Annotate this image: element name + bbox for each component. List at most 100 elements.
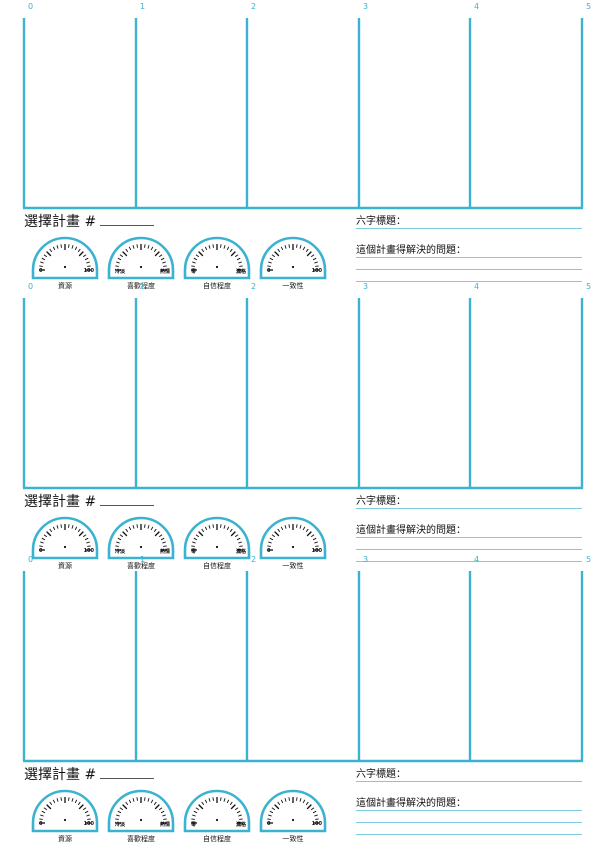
gauge-tick xyxy=(60,797,62,801)
gauge-resources: 0 100 資源 xyxy=(30,787,100,845)
gauge-tick xyxy=(239,818,243,820)
gauge-high-label: 100 xyxy=(311,821,322,827)
gauge-tick xyxy=(296,524,298,528)
plan-selection-row: 選擇計畫 # xyxy=(24,211,155,231)
gauge-tick xyxy=(239,545,243,547)
plan-block-2: 0 1 2 3 4 5 選擇計畫 # 0 100 資源 冷淡 熱情 喜歡程度 零… xyxy=(0,280,606,570)
gauge-tick xyxy=(296,244,298,248)
gauge-tick xyxy=(163,265,167,267)
axis-tick-label: 3 xyxy=(363,282,369,291)
gauge-high-label: 滿格 xyxy=(235,822,246,828)
gauge-liking: 冷淡 熱情 喜歡程度 xyxy=(106,787,176,845)
title-line[interactable] xyxy=(356,781,582,782)
gauge-tick xyxy=(267,265,271,267)
six-char-title-label: 六字標題： xyxy=(356,769,406,780)
gauge-low-label: 0 xyxy=(267,268,271,274)
plan-selection-label: 選擇計畫 # xyxy=(24,767,97,783)
timeline-frame xyxy=(22,571,584,763)
gauge-tick xyxy=(288,244,290,248)
axis-tick-label: 0 xyxy=(28,282,34,291)
gauge-icon xyxy=(31,236,99,280)
gauge-consistency: 0 100 一致性 xyxy=(258,787,328,845)
axis-tick-label: 1 xyxy=(140,282,146,291)
gauge-tick xyxy=(144,244,146,248)
gauge-low-label: 零 xyxy=(191,269,197,275)
gauge-tick xyxy=(68,524,70,528)
plan-number-blank[interactable] xyxy=(100,766,155,779)
gauge-caption: 喜歡程度 xyxy=(127,835,155,843)
gauge-tick xyxy=(163,545,167,547)
axis-tick-label: 1 xyxy=(140,555,146,564)
gauge-tick xyxy=(60,524,62,528)
gauge-tick xyxy=(115,818,119,820)
gauge-tick xyxy=(212,524,214,528)
gauge-tick xyxy=(191,265,195,267)
plan-selection-row: 選擇計畫 # xyxy=(24,764,155,784)
plan-selection-label: 選擇計畫 # xyxy=(24,494,97,510)
gauge-high-label: 熱情 xyxy=(159,269,170,275)
gauge-icon xyxy=(31,789,99,833)
plan-number-blank[interactable] xyxy=(100,493,155,506)
gauge-tick xyxy=(212,244,214,248)
six-char-title-label: 六字標題： xyxy=(356,496,406,507)
gauge-tick xyxy=(87,545,91,547)
problem-line[interactable] xyxy=(356,257,582,258)
problem-label: 這個計畫得解決的問題： xyxy=(356,245,466,256)
problem-line[interactable] xyxy=(356,822,582,823)
axis-tick-label: 2 xyxy=(251,282,257,291)
axis-tick-label: 0 xyxy=(28,555,34,564)
problem-line[interactable] xyxy=(356,269,582,270)
gauge-tick xyxy=(87,265,91,267)
plan-selection-label: 選擇計畫 # xyxy=(24,214,97,230)
gauge-low-label: 冷淡 xyxy=(115,822,126,828)
axis-tick-label: 0 xyxy=(28,2,34,11)
axis-tick-label: 4 xyxy=(474,282,480,291)
gauge-tick xyxy=(267,545,271,547)
problem-line[interactable] xyxy=(356,810,582,811)
timeline-frame xyxy=(22,18,584,210)
gauge-tick xyxy=(39,545,43,547)
axis-tick-label: 3 xyxy=(363,2,369,11)
gauge-tick xyxy=(212,797,214,801)
gauge-low-label: 0 xyxy=(267,821,271,827)
axis-tick-label: 1 xyxy=(140,2,146,11)
gauge-caption: 資源 xyxy=(58,835,72,843)
gauge-tick xyxy=(267,818,271,820)
gauge-tick xyxy=(115,545,119,547)
problem-label: 這個計畫得解決的問題： xyxy=(356,525,466,536)
axis-tick-label: 4 xyxy=(474,555,480,564)
gauge-tick xyxy=(39,818,43,820)
gauge-tick xyxy=(315,818,319,820)
axis-tick-label: 5 xyxy=(586,2,592,11)
problem-line[interactable] xyxy=(356,549,582,550)
timeline-frame xyxy=(22,298,584,490)
title-line[interactable] xyxy=(356,508,582,509)
axis-tick-label: 5 xyxy=(586,555,592,564)
gauge-tick xyxy=(220,797,222,801)
problem-line[interactable] xyxy=(356,537,582,538)
gauge-low-label: 0 xyxy=(39,821,43,827)
gauge-tick xyxy=(68,797,70,801)
gauge-high-label: 100 xyxy=(311,268,322,274)
gauge-confidence: 零 滿格 自信程度 xyxy=(182,787,252,845)
gauge-tick xyxy=(288,797,290,801)
gauge-caption: 一致性 xyxy=(282,835,304,843)
gauge-icon xyxy=(259,789,327,833)
gauge-tick xyxy=(220,524,222,528)
gauge-icon xyxy=(259,236,327,280)
gauge-tick xyxy=(191,818,195,820)
plan-number-blank[interactable] xyxy=(100,213,155,226)
problem-line[interactable] xyxy=(356,834,582,835)
gauge-tick xyxy=(87,818,91,820)
gauge-tick xyxy=(191,545,195,547)
gauge-tick xyxy=(136,244,138,248)
axis-tick-label: 3 xyxy=(363,555,369,564)
gauge-tick xyxy=(60,244,62,248)
gauge-row: 0 100 資源 冷淡 熱情 喜歡程度 零 滿格 自信程度 0 100 一致性 xyxy=(30,787,350,847)
gauge-tick xyxy=(136,797,138,801)
axis-tick-label: 5 xyxy=(586,282,592,291)
axis-tick-label: 2 xyxy=(251,2,257,11)
plan-selection-row: 選擇計畫 # xyxy=(24,491,155,511)
gauge-tick xyxy=(39,265,43,267)
title-line[interactable] xyxy=(356,228,582,229)
